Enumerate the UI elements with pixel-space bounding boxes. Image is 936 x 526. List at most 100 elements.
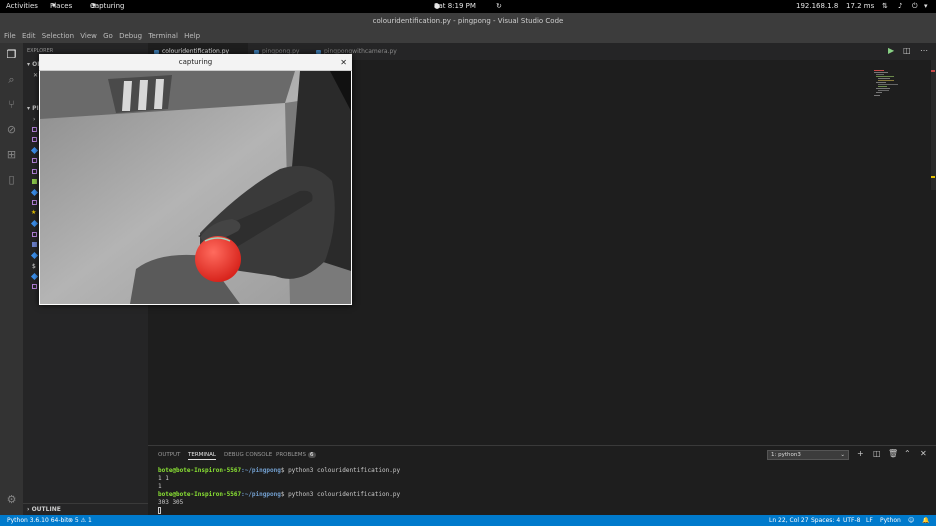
menu-edit[interactable]: Edit	[22, 30, 36, 43]
activities-button[interactable]: Activities	[6, 0, 38, 13]
menu-view[interactable]: View	[80, 30, 97, 43]
python-file-icon[interactable]	[30, 219, 39, 228]
capture-window[interactable]: capturing ✕	[39, 54, 352, 305]
menu-selection[interactable]: Selection	[42, 30, 74, 43]
close-panel-icon[interactable]: ✕	[920, 449, 927, 458]
kill-terminal-icon[interactable]: 🗑	[888, 449, 898, 458]
minimap-line	[878, 84, 898, 85]
explorer-icon[interactable]: ❐	[4, 47, 19, 62]
remote-explorer-icon[interactable]: ▯	[4, 172, 19, 187]
file-icon[interactable]	[32, 284, 37, 289]
source-control-icon[interactable]: ⑂	[4, 97, 19, 112]
camera-feed	[40, 71, 351, 304]
python-file-icon[interactable]	[30, 272, 39, 281]
volume-icon[interactable]: ♪	[898, 0, 902, 13]
minimap-line	[874, 72, 888, 73]
file-icon[interactable]	[32, 200, 37, 205]
ip-indicator: 192.168.1.8	[796, 2, 839, 10]
editor-scrollbar[interactable]	[931, 60, 936, 190]
terminal-output[interactable]: bote@bote-Inspiron-5567:~/pingpong$ pyth…	[158, 467, 918, 515]
prompt-path: :~/pingpong	[241, 491, 281, 498]
split-terminal-icon[interactable]: ◫	[873, 449, 881, 458]
file-icon[interactable]	[32, 137, 37, 142]
warning-marker	[931, 176, 935, 178]
ping-indicator: 17.2 ms	[846, 2, 875, 10]
close-icon[interactable]: ✕	[340, 54, 347, 71]
prompt-command: $ python3 colouridentification.py	[280, 491, 401, 498]
new-terminal-icon[interactable]: +	[857, 449, 864, 458]
network-icon[interactable]: ⇅	[882, 0, 888, 13]
system-top-bar: Activities Places ▼ ▭ Capturing ▼ Sat 8:19…	[0, 0, 936, 13]
chevron-down-icon: ▼	[92, 3, 96, 9]
data-file-icon[interactable]	[32, 242, 37, 247]
refresh-icon[interactable]: ↻	[496, 0, 502, 13]
menu-file[interactable]: File	[4, 30, 16, 43]
folder-section[interactable]: ▾ PI	[27, 105, 39, 112]
language-mode[interactable]: Python	[880, 515, 901, 526]
file-icon[interactable]	[32, 127, 37, 132]
notifications-icon[interactable]: 🔔	[922, 515, 929, 526]
menu-help[interactable]: Help	[184, 30, 200, 43]
shell-file-icon[interactable]: $	[32, 263, 36, 270]
minimap-line	[876, 92, 882, 93]
problems-status[interactable]: ⊗ 5 ⚠ 1	[68, 515, 92, 526]
capture-window-titlebar[interactable]: capturing ✕	[39, 54, 352, 71]
status-bar: Python 3.6.10 64-bit ⊗ 5 ⚠ 1 Ln 22, Col …	[0, 515, 936, 526]
menu-go[interactable]: Go	[103, 30, 113, 43]
terminal-line: 1 1	[158, 475, 169, 482]
prompt-user: bote@bote-Inspiron-5567	[158, 467, 242, 474]
menu-terminal[interactable]: Terminal	[148, 30, 178, 43]
minimap[interactable]	[871, 60, 931, 120]
outline-section[interactable]: › OUTLINE	[23, 503, 148, 515]
python-file-icon[interactable]	[30, 188, 39, 197]
folder-chevron-icon[interactable]: ›	[33, 116, 35, 123]
encoding[interactable]: UTF-8	[843, 515, 861, 526]
power-icon[interactable]: ⏻	[912, 0, 918, 13]
search-icon[interactable]: ⌕	[4, 72, 19, 87]
star-file-icon[interactable]: ★	[31, 209, 36, 216]
terminal-selector-value: 1: python3	[771, 452, 801, 458]
file-icon[interactable]	[32, 158, 37, 163]
python-file-icon[interactable]	[30, 146, 39, 155]
capture-window-title: capturing	[178, 58, 213, 66]
system-menu-chevron-icon[interactable]: ▾	[924, 0, 928, 13]
tab-output[interactable]: OUTPUT	[158, 452, 180, 458]
window-title: colouridentification.py - pingpong - Vis…	[0, 13, 936, 30]
file-icon[interactable]	[32, 232, 37, 237]
image-file-icon[interactable]	[32, 179, 37, 184]
menu-debug[interactable]: Debug	[119, 30, 142, 43]
feedback-icon[interactable]: ☺	[908, 515, 914, 526]
terminal-line	[158, 507, 918, 515]
red-ball	[195, 236, 241, 282]
line-ending[interactable]: LF	[866, 515, 873, 526]
run-icon[interactable]: ▶	[888, 46, 894, 55]
settings-gear-icon[interactable]: ⚙	[4, 492, 19, 507]
cursor-position[interactable]: Ln 22, Col 27	[769, 515, 809, 526]
tab-debug-console[interactable]: DEBUG CONSOLE	[224, 452, 272, 458]
minimap-line	[874, 95, 880, 96]
tab-terminal[interactable]: TERMINAL	[188, 452, 216, 460]
minimap-line	[878, 86, 887, 87]
minimap-line	[876, 88, 890, 89]
terminal-cursor	[158, 507, 161, 514]
debug-icon[interactable]: ⊘	[4, 122, 19, 137]
prompt-user: bote@bote-Inspiron-5567	[158, 491, 242, 498]
bottom-panel: OUTPUT TERMINAL DEBUG CONSOLE PROBLEMS 6 …	[148, 445, 936, 515]
python-interpreter[interactable]: Python 3.6.10 64-bit	[7, 515, 68, 526]
extensions-icon[interactable]: ⊞	[4, 147, 19, 162]
activity-bar: ❐ ⌕ ⑂ ⊘ ⊞ ▯ ⚙	[0, 43, 23, 515]
python-file-icon[interactable]	[30, 251, 39, 260]
minimap-line	[874, 70, 884, 71]
indentation[interactable]: Spaces: 4	[811, 515, 840, 526]
more-actions-icon[interactable]: ⋯	[920, 46, 928, 55]
split-editor-icon[interactable]: ◫	[903, 46, 911, 55]
close-editor-icon[interactable]: ✕	[33, 72, 38, 79]
terminal-selector[interactable]: 1: python3 ⌄	[767, 450, 849, 460]
menu-bar: File Edit Selection View Go Debug Termin…	[0, 30, 936, 43]
maximize-panel-icon[interactable]: ⌃	[904, 449, 911, 458]
prompt-command: $ python3 colouridentification.py	[280, 467, 401, 474]
folder-label: PI	[32, 105, 39, 112]
terminal-line: bote@bote-Inspiron-5567:~/pingpong$ pyth…	[158, 467, 918, 475]
file-icon[interactable]	[32, 169, 37, 174]
tab-problems[interactable]: PROBLEMS 6	[276, 452, 316, 458]
